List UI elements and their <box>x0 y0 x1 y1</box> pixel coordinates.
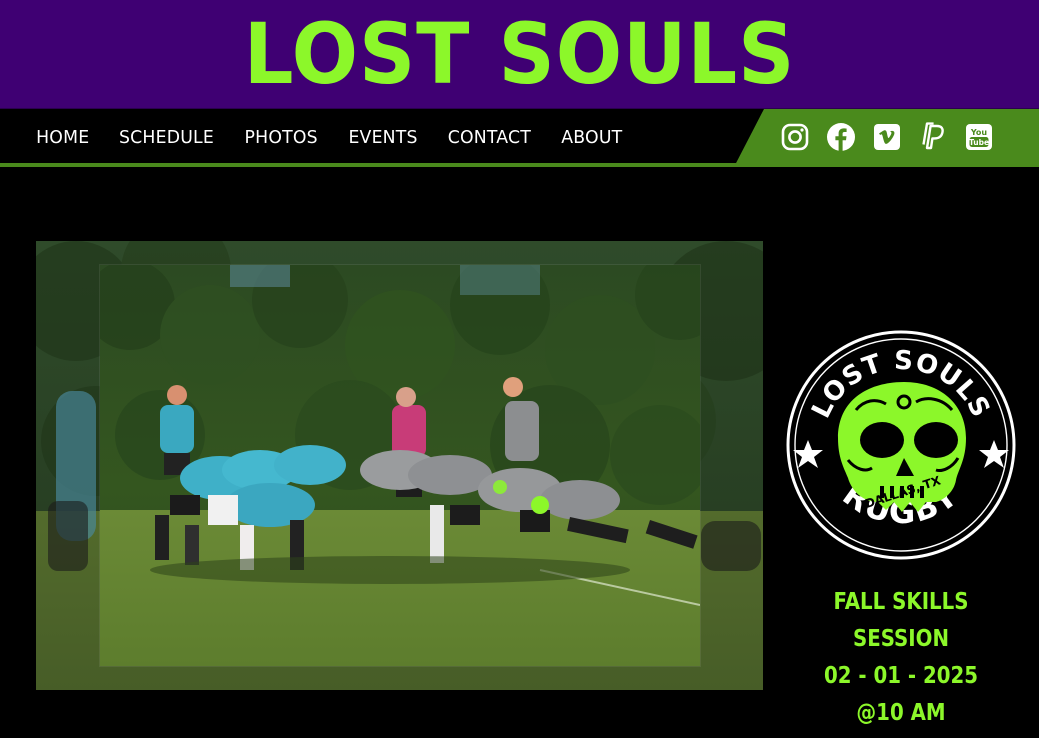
rugby-scrum-photo <box>85 250 725 666</box>
page: LOST SOULS HOME SCHEDULE PHOTOS EVENTS C… <box>0 0 1039 738</box>
event-info: FALL SKILLS SESSION 02 - 01 - 2025 @10 A… <box>770 584 1032 732</box>
main-nav: HOME SCHEDULE PHOTOS EVENTS CONTACT ABOU… <box>35 109 623 165</box>
nav-contact[interactable]: CONTACT <box>448 127 531 148</box>
event-date: 02 - 01 - 2025 <box>823 663 979 689</box>
facebook-icon[interactable] <box>826 122 856 152</box>
event-time: @10 AM <box>856 700 946 726</box>
paypal-icon[interactable] <box>918 122 948 152</box>
social-links: You Tube <box>780 118 994 156</box>
nav-schedule[interactable]: SCHEDULE <box>119 127 214 148</box>
svg-text:Tube: Tube <box>969 138 989 147</box>
nav-events[interactable]: EVENTS <box>348 127 417 148</box>
nav-about[interactable]: ABOUT <box>561 127 622 148</box>
nav-home[interactable]: HOME <box>36 127 89 148</box>
event-title: FALL SKILLS SESSION <box>833 589 969 652</box>
site-logo-text[interactable]: LOST SOULS <box>36 6 1002 102</box>
instagram-icon[interactable] <box>780 122 810 152</box>
nav-photos[interactable]: PHOTOS <box>245 127 318 148</box>
svg-text:You: You <box>970 128 988 137</box>
hero-image <box>36 241 763 690</box>
youtube-icon[interactable]: You Tube <box>964 122 994 152</box>
site-header: LOST SOULS <box>0 0 1039 109</box>
vimeo-icon[interactable] <box>872 122 902 152</box>
club-logo-badge: LOST SOULS RUGBY <box>786 330 1016 560</box>
